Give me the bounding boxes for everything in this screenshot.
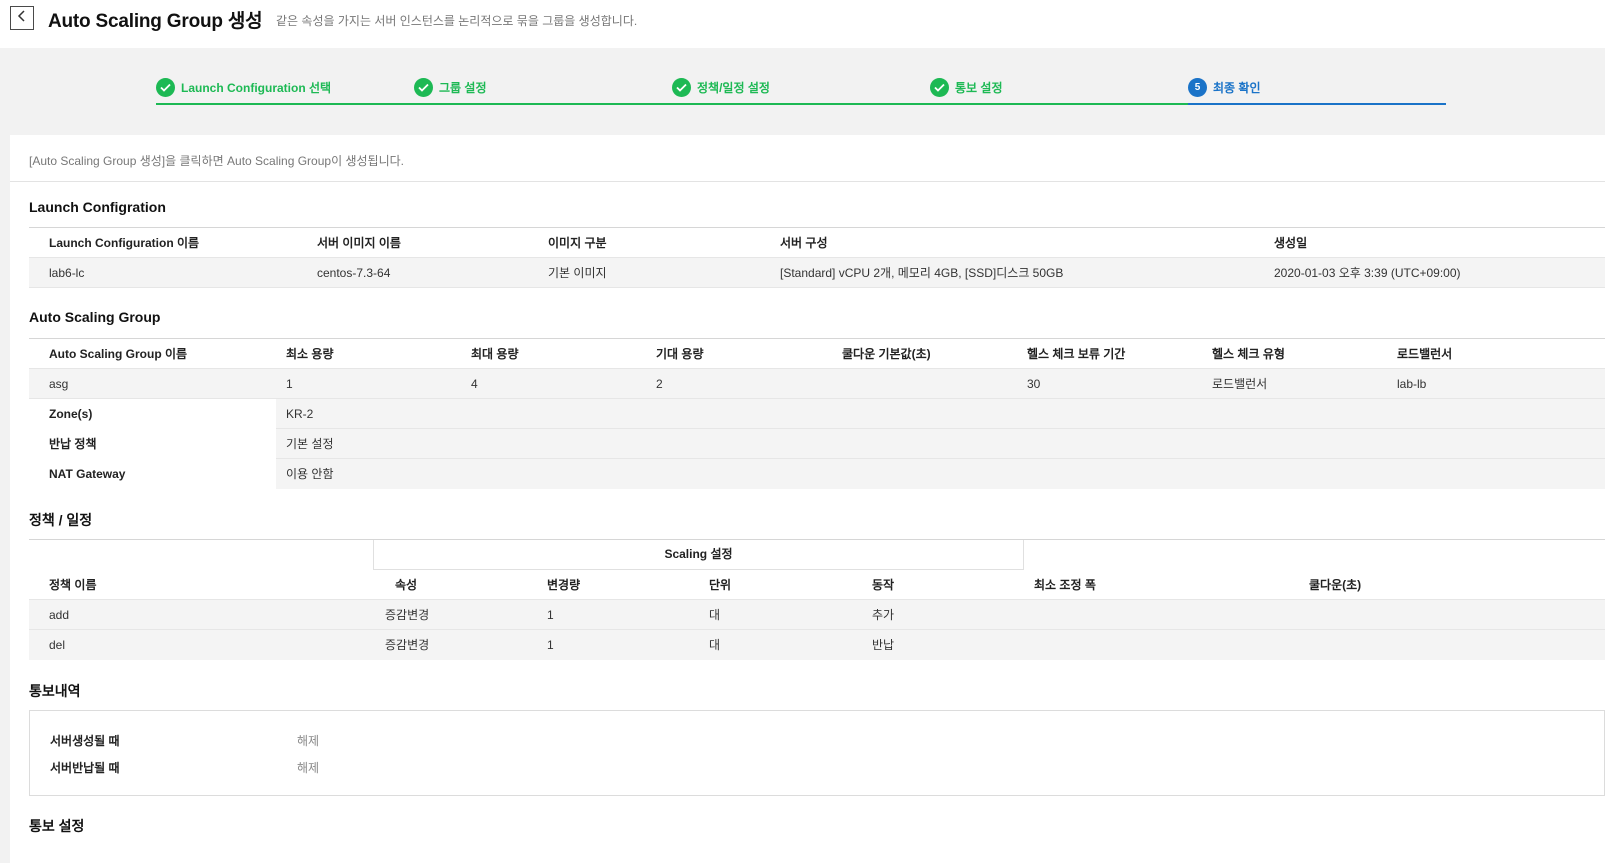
step-launch-configuration[interactable]: Launch Configuration 선택 bbox=[156, 76, 331, 98]
table-cell: 증감변경 bbox=[385, 608, 430, 622]
column-header: 쿨다운 기본값(초) bbox=[842, 347, 931, 361]
column-header: 단위 bbox=[709, 578, 732, 592]
step-final-review[interactable]: 5 최종 확인 bbox=[1188, 76, 1261, 98]
column-header: Launch Configuration 이름 bbox=[49, 236, 200, 250]
notice-text: [Auto Scaling Group 생성]을 클릭하면 Auto Scali… bbox=[29, 154, 404, 168]
row-label: 반납 정책 bbox=[49, 437, 97, 451]
column-header: 쿨다운(초) bbox=[1309, 578, 1362, 592]
table-cell: asg bbox=[49, 377, 69, 391]
table-cell: 2 bbox=[656, 377, 663, 391]
column-header: 최소 조정 폭 bbox=[1034, 578, 1096, 592]
table-cell: lab-lb bbox=[1397, 377, 1427, 391]
check-icon bbox=[156, 77, 175, 97]
section-title-policy: 정책 / 일정 bbox=[29, 512, 93, 528]
step-label: Launch Configuration 선택 bbox=[181, 80, 332, 95]
step-label: 최종 확인 bbox=[1213, 80, 1261, 95]
column-header: 서버 구성 bbox=[780, 236, 828, 250]
check-icon bbox=[414, 77, 433, 97]
section-title-notifications: 통보내역 bbox=[29, 683, 81, 699]
table-cell: 반납 bbox=[872, 638, 895, 652]
stepper-progress-current bbox=[1188, 103, 1446, 105]
page-header: Auto Scaling Group 생성 같은 속성을 가지는 서버 인스턴스… bbox=[0, 0, 1605, 48]
row-label: Zone(s) bbox=[49, 407, 93, 421]
table-cell: 증감변경 bbox=[385, 638, 430, 652]
page-description: 같은 속성을 가지는 서버 인스턴스를 논리적으로 묶을 그룹을 생성합니다. bbox=[276, 14, 638, 28]
table-cell: 이용 안함 bbox=[286, 467, 334, 481]
table-row: add 증감변경 1 대 추가 bbox=[29, 600, 1605, 630]
notification-value: 해제 bbox=[297, 761, 320, 775]
table-cell: 추가 bbox=[872, 608, 895, 622]
table-row: lab6-lc centos-7.3-64 기본 이미지 [Standard] … bbox=[29, 258, 1605, 288]
section-title-notify-settings: 통보 설정 bbox=[29, 818, 85, 834]
column-header: 속성 bbox=[395, 578, 418, 592]
column-header: 최대 용량 bbox=[471, 347, 519, 361]
table-cell: 기본 이미지 bbox=[548, 266, 607, 280]
wizard-stepper: Launch Configuration 선택 그룹 설정 정책/일정 설정 통… bbox=[156, 76, 1446, 106]
table-cell: 대 bbox=[709, 608, 721, 622]
section-title-launch-config: Launch Configration bbox=[29, 199, 166, 215]
column-header: 이미지 구분 bbox=[548, 236, 607, 250]
table-row: 반납 정책 기본 설정 bbox=[29, 429, 1605, 459]
table-cell: 대 bbox=[709, 638, 721, 652]
policy-table: Scaling 설정 정책 이름 속성 변경량 단위 동작 최소 조정 폭 쿨다… bbox=[29, 539, 1605, 660]
table-cell: lab6-lc bbox=[49, 266, 85, 280]
table-header-row: 정책 이름 속성 변경량 단위 동작 최소 조정 폭 쿨다운(초) bbox=[29, 570, 1605, 600]
column-header: 변경량 bbox=[547, 578, 581, 592]
table-row: asg 1 4 2 30 로드밸런서 lab-lb bbox=[29, 369, 1605, 399]
table-group-header-row: Scaling 설정 bbox=[29, 540, 1605, 570]
column-header: 최소 용량 bbox=[286, 347, 334, 361]
row-label: NAT Gateway bbox=[49, 467, 126, 481]
step-number-badge: 5 bbox=[1188, 77, 1207, 97]
table-cell: 1 bbox=[547, 638, 554, 652]
stepper-progress-done bbox=[156, 103, 1188, 105]
table-header-row: Launch Configuration 이름 서버 이미지 이름 이미지 구분… bbox=[29, 228, 1605, 258]
table-cell: 4 bbox=[471, 377, 478, 391]
table-cell: 1 bbox=[286, 377, 293, 391]
step-label: 그룹 설정 bbox=[439, 80, 487, 95]
check-icon bbox=[672, 77, 691, 97]
asg-table: Auto Scaling Group 이름 최소 용량 최대 용량 기대 용량 … bbox=[29, 338, 1605, 489]
back-button[interactable] bbox=[10, 6, 34, 30]
table-cell: 1 bbox=[547, 608, 554, 622]
column-header: 헬스 체크 유형 bbox=[1212, 347, 1285, 361]
notification-label: 서버반납될 때 bbox=[50, 761, 120, 775]
divider bbox=[10, 181, 1605, 182]
table-row: Zone(s) KR-2 bbox=[29, 399, 1605, 429]
notification-label: 서버생성될 때 bbox=[50, 734, 120, 748]
column-header: 생성일 bbox=[1274, 236, 1308, 250]
check-icon bbox=[930, 77, 949, 97]
section-title-asg: Auto Scaling Group bbox=[29, 309, 161, 325]
page-title: Auto Scaling Group 생성 bbox=[48, 11, 263, 32]
step-notification-settings[interactable]: 통보 설정 bbox=[930, 76, 1003, 98]
table-cell: 기본 설정 bbox=[286, 437, 334, 451]
step-policy-schedule[interactable]: 정책/일정 설정 bbox=[672, 76, 770, 98]
table-cell: del bbox=[49, 638, 66, 652]
column-header: 헬스 체크 보류 기간 bbox=[1027, 347, 1126, 361]
table-row: NAT Gateway 이용 안함 bbox=[29, 459, 1605, 489]
column-header: 서버 이미지 이름 bbox=[317, 236, 401, 250]
step-label: 정책/일정 설정 bbox=[697, 80, 770, 95]
step-label: 통보 설정 bbox=[955, 80, 1003, 95]
chevron-left-icon bbox=[17, 9, 27, 27]
review-panel: [Auto Scaling Group 생성]을 클릭하면 Auto Scali… bbox=[10, 135, 1605, 863]
table-cell: 30 bbox=[1027, 377, 1041, 391]
column-header: 로드밸런서 bbox=[1397, 347, 1453, 361]
table-cell: centos-7.3-64 bbox=[317, 266, 391, 280]
notification-value: 해제 bbox=[297, 734, 320, 748]
column-header: 동작 bbox=[872, 578, 895, 592]
column-header: 정책 이름 bbox=[49, 578, 97, 592]
step-group-settings[interactable]: 그룹 설정 bbox=[414, 76, 487, 98]
table-row: del 증감변경 1 대 반납 bbox=[29, 630, 1605, 660]
table-cell: 2020-01-03 오후 3:39 (UTC+09:00) bbox=[1274, 266, 1461, 280]
table-cell: [Standard] vCPU 2개, 메모리 4GB, [SSD]디스크 50… bbox=[780, 266, 1064, 280]
table-cell: 로드밸런서 bbox=[1212, 377, 1268, 391]
column-header: 기대 용량 bbox=[656, 347, 704, 361]
launch-config-table: Launch Configuration 이름 서버 이미지 이름 이미지 구분… bbox=[29, 227, 1605, 288]
table-cell: KR-2 bbox=[286, 407, 314, 421]
notification-list: 서버생성될 때 해제 서버반납될 때 해제 bbox=[29, 710, 1605, 796]
table-header-row: Auto Scaling Group 이름 최소 용량 최대 용량 기대 용량 … bbox=[29, 339, 1605, 369]
column-header: Auto Scaling Group 이름 bbox=[49, 347, 188, 361]
scaling-settings-group-header: Scaling 설정 bbox=[373, 540, 1024, 570]
table-cell: add bbox=[49, 608, 70, 622]
